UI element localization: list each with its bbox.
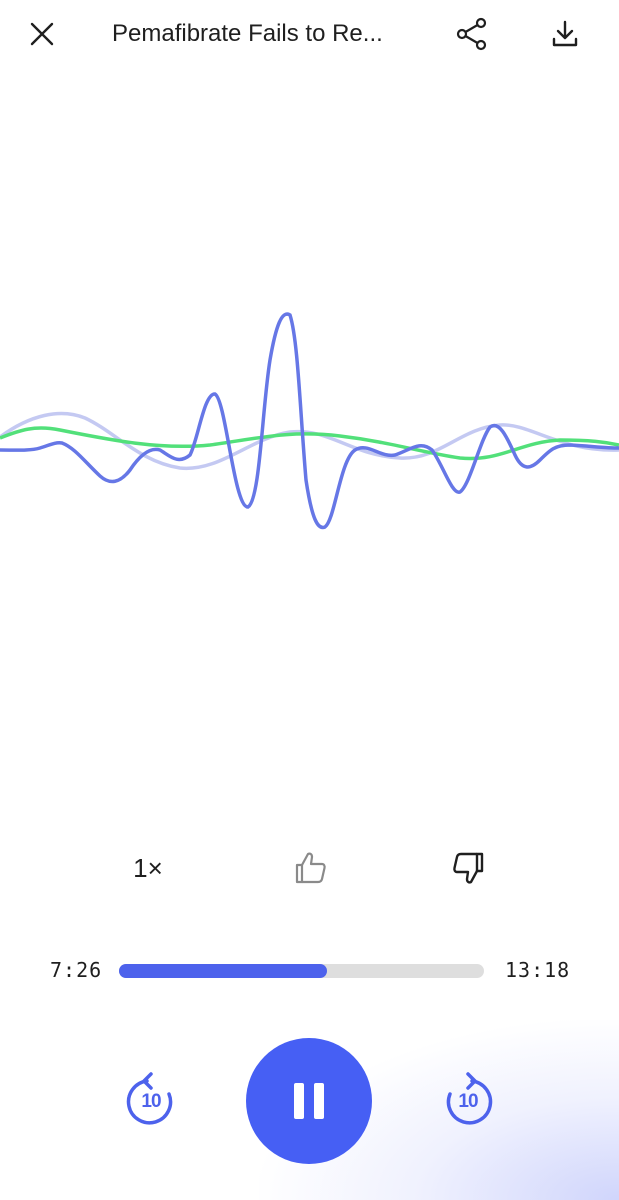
close-button[interactable] (18, 10, 66, 58)
download-button[interactable] (541, 10, 589, 58)
audio-waveform (0, 312, 619, 530)
download-icon (552, 20, 578, 47)
top-bar: Pemafibrate Fails to Re... (0, 0, 619, 70)
rewind-label: 10 (141, 1091, 161, 1112)
remaining-time: 13:18 (505, 958, 571, 982)
progress-fill (119, 964, 328, 978)
close-icon (30, 22, 54, 46)
waveform-secondary-line (0, 411, 619, 470)
rewind-10-button[interactable]: 10 (121, 1072, 181, 1132)
thumbs-down-icon (453, 852, 484, 884)
elapsed-time: 7:26 (50, 958, 103, 982)
forward-10-button[interactable]: 10 (438, 1072, 498, 1132)
pause-button[interactable] (246, 1038, 372, 1164)
feedback-controls: 1× (0, 840, 619, 896)
playback-speed-button[interactable]: 1× (118, 848, 178, 888)
pause-icon (294, 1083, 324, 1119)
share-button[interactable] (448, 10, 496, 58)
share-icon (456, 17, 487, 51)
dislike-button[interactable] (445, 844, 493, 892)
forward-label: 10 (458, 1091, 478, 1112)
waveform-green-line (0, 426, 619, 461)
like-button[interactable] (286, 844, 334, 892)
thumbs-up-icon (295, 852, 326, 884)
episode-title: Pemafibrate Fails to Re... (112, 20, 383, 47)
progress-track[interactable] (119, 964, 484, 978)
